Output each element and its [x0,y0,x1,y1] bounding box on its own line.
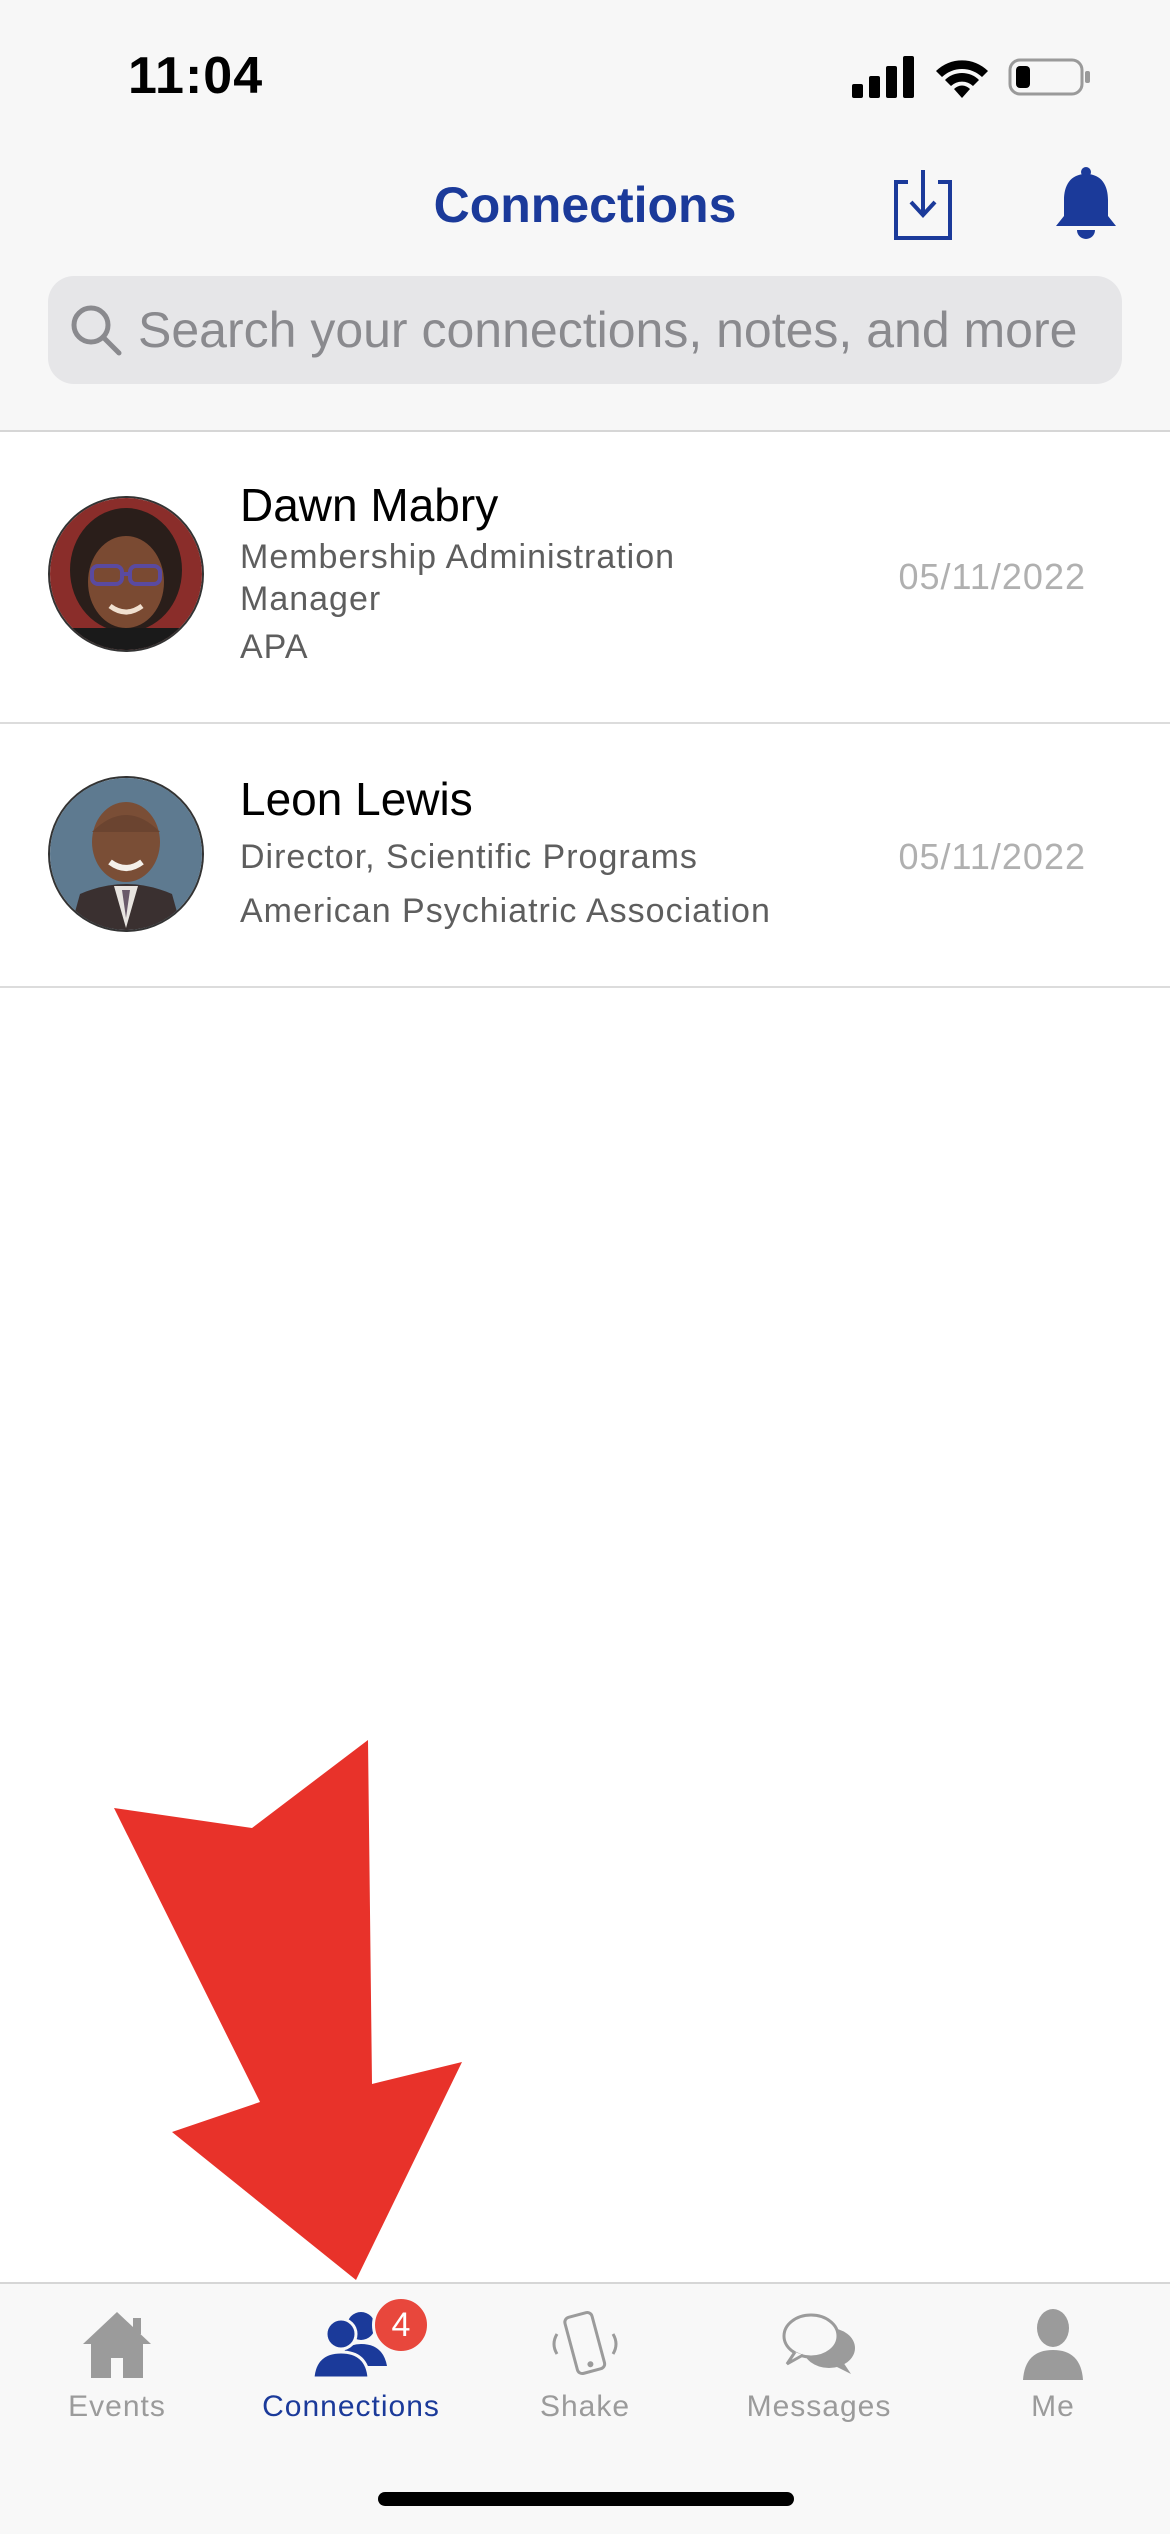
connection-organization: American Psychiatric Association [240,892,771,930]
page-title: Connections [433,177,737,233]
status-time: 11:04 [128,47,264,105]
search-bar[interactable] [48,276,1122,384]
red-arrow-annotation [114,1740,462,2280]
connection-name: Leon Lewis [240,773,473,825]
search-icon [71,305,122,356]
avatar [48,496,204,652]
header-area: 11:04 Connections [0,0,1170,432]
tab-label: Messages [746,2390,892,2423]
connection-date: 05/11/2022 [898,836,1086,877]
search-input[interactable] [138,301,1118,359]
wifi-icon [936,60,988,98]
notification-badge: 4 [372,2296,430,2354]
status-bar: 11:04 [0,0,1170,150]
download-icon[interactable] [892,168,954,242]
connection-row[interactable]: Dawn Mabry Membership Administration Man… [0,432,1170,724]
tab-connections[interactable]: 4 Connections [234,2284,468,2444]
phone-shake-icon [552,2311,618,2376]
person-icon [1023,2309,1083,2380]
tab-label: Connections [262,2390,440,2423]
tab-shake[interactable]: Shake [468,2284,702,2444]
connection-name: Dawn Mabry [240,479,499,531]
avatar [48,776,204,932]
battery-icon [1008,58,1090,96]
tab-label: Shake [539,2390,631,2423]
tab-events[interactable]: Events [0,2284,234,2444]
tab-me[interactable]: Me [936,2284,1170,2444]
connection-date: 05/11/2022 [898,556,1086,597]
connection-title: Director, Scientific Programs [240,838,698,876]
tab-label: Events [68,2390,166,2423]
avatar-photo [50,778,202,930]
home-indicator [378,2492,794,2506]
connection-organization: APA [240,628,309,666]
cellular-signal-icon [852,56,914,98]
chat-bubbles-icon [782,2313,855,2374]
tab-label: Me [1031,2390,1075,2423]
connection-row[interactable]: Leon Lewis Director, Scientific Programs… [0,724,1170,988]
bell-icon[interactable] [1052,166,1120,242]
tab-messages[interactable]: Messages [702,2284,936,2444]
connection-title: Membership Administration Manager [240,538,676,618]
home-icon [83,2312,151,2378]
avatar-photo [50,498,202,650]
